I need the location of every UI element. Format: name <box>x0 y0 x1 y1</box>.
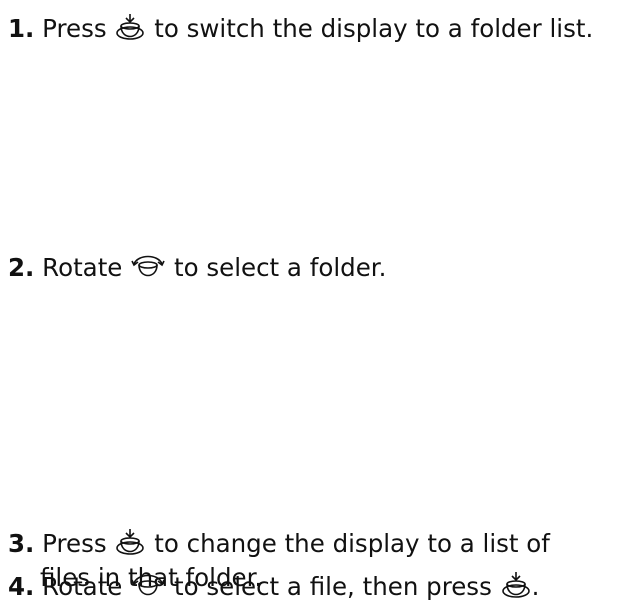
step-number: 4. <box>8 572 35 601</box>
step-text: Press <box>42 529 107 558</box>
push-knob-icon <box>115 528 145 556</box>
step-text: to select a file, then press <box>173 572 492 601</box>
step-number: 2. <box>8 253 35 282</box>
step-number: 1. <box>8 14 35 43</box>
push-knob-icon <box>501 571 531 599</box>
step-text-end: . <box>531 572 540 601</box>
step-text: Rotate <box>42 253 123 282</box>
step-1: 1. Press to switch the display to a fold… <box>8 12 593 46</box>
step-text: to switch the display to a folder list. <box>154 14 594 43</box>
step-text: Press <box>42 14 107 43</box>
step-text: to select a folder. <box>173 253 387 282</box>
step-number: 3. <box>8 529 35 558</box>
step-2: 2. Rotate to select a folder. <box>8 251 386 285</box>
step-text: to change the display to a list of <box>154 529 550 558</box>
step-4: 4. Rotate to select a file, then press . <box>8 570 539 604</box>
push-knob-icon <box>115 13 145 41</box>
rotate-knob-icon <box>131 252 165 280</box>
step-text: Rotate <box>42 572 123 601</box>
rotate-knob-icon <box>131 571 165 599</box>
